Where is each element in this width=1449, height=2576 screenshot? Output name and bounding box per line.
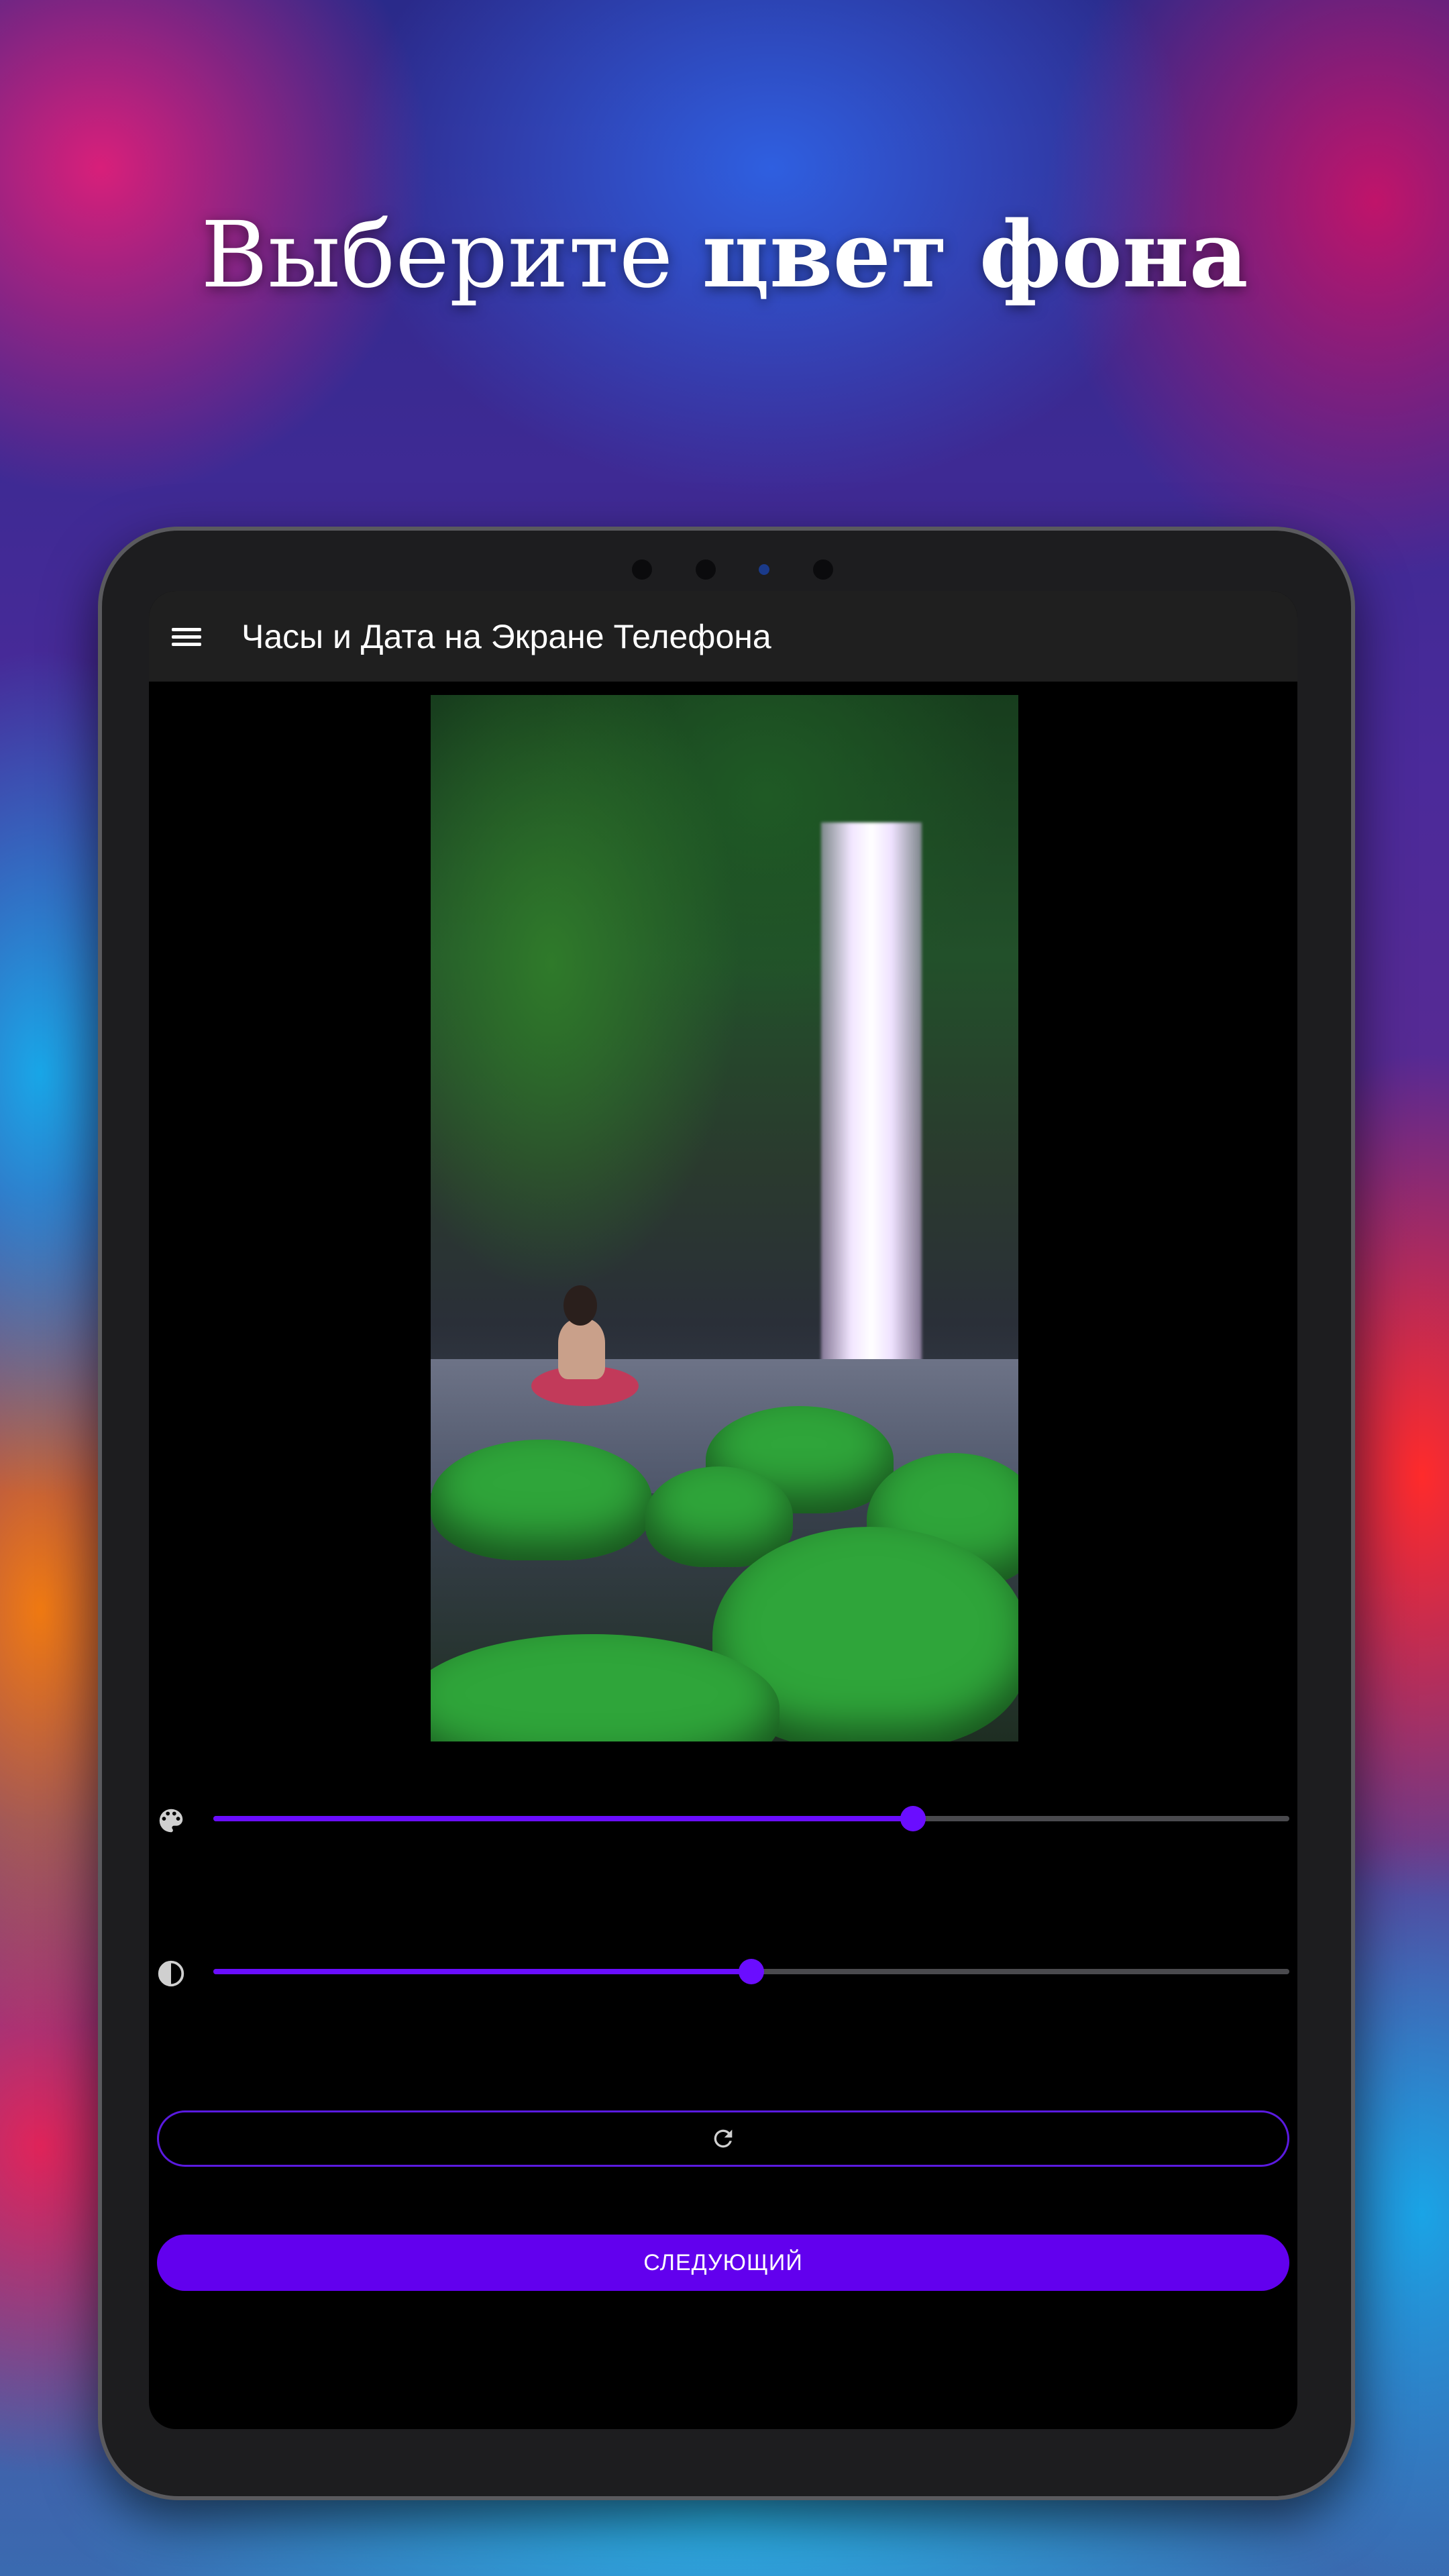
brightness-slider[interactable] <box>149 1945 1297 1998</box>
meditating-person-body <box>558 1319 605 1379</box>
app-screen: Часы и Дата на Экране Телефона СЛЕДУЮЩИЙ <box>149 591 1297 2429</box>
meditating-person-head <box>564 1285 597 1326</box>
camera-bar <box>632 551 833 588</box>
brightness-slider-fill <box>213 1969 751 1974</box>
hue-slider[interactable] <box>149 1792 1297 1845</box>
moss-rock <box>431 1440 652 1560</box>
waterfall <box>821 822 922 1366</box>
background-preview-image <box>431 695 1018 1741</box>
promo-headline: Выберите цвет фона <box>0 201 1449 309</box>
contrast-icon <box>158 1960 184 1987</box>
hue-slider-track[interactable] <box>213 1806 1289 1831</box>
brightness-slider-thumb[interactable] <box>739 1959 764 1984</box>
tablet-frame: Часы и Дата на Экране Телефона СЛЕДУЮЩИЙ <box>98 527 1355 2500</box>
palette-icon <box>159 1809 183 1833</box>
headline-bold-text: цвет фона <box>702 201 1248 309</box>
app-bar: Часы и Дата на Экране Телефона <box>149 591 1297 682</box>
hamburger-menu-icon[interactable] <box>172 627 201 647</box>
hue-slider-thumb[interactable] <box>900 1806 926 1831</box>
headline-regular-text: Выберите <box>201 203 702 309</box>
refresh-icon <box>714 2129 733 2148</box>
camera-indicator <box>759 564 770 575</box>
app-title: Часы и Дата на Экране Телефона <box>241 617 771 655</box>
camera-lens <box>695 559 716 580</box>
hue-slider-fill <box>213 1816 913 1821</box>
camera-flash <box>812 559 833 580</box>
brightness-slider-track[interactable] <box>213 1959 1289 1984</box>
reset-button[interactable] <box>157 2110 1289 2167</box>
camera-sensor <box>632 559 652 580</box>
next-button[interactable]: СЛЕДУЮЩИЙ <box>157 2235 1289 2291</box>
